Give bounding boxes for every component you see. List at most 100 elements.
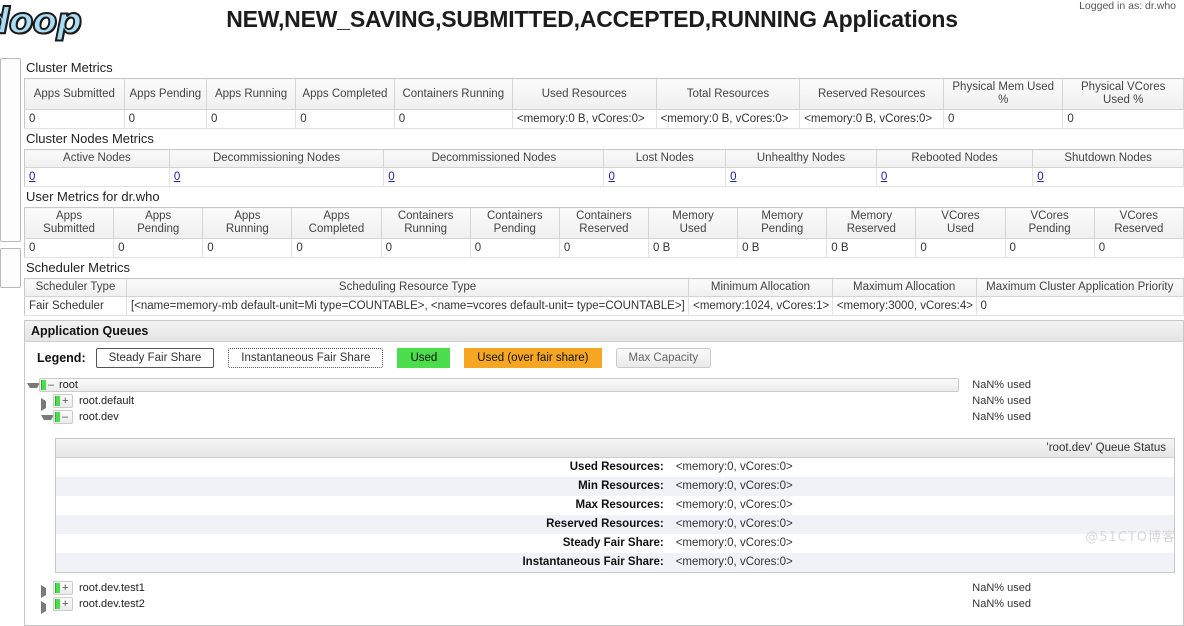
queue-status-value: <memory:0, vCores:0> (671, 496, 1174, 515)
column-header: Lost Nodes (603, 149, 727, 168)
column-header: Apps Completed (295, 78, 395, 110)
column-header: Memory Used (648, 207, 739, 239)
queue-capacity-bar[interactable]: + (53, 597, 73, 611)
column-header: VCores Pending (1005, 207, 1095, 239)
column-header: Physical VCores Used % (1062, 78, 1184, 110)
queue-row[interactable]: + root.dev.test2 NaN% used (25, 597, 1183, 614)
user-metrics-title: User Metrics for dr.who (26, 189, 160, 204)
queue-used-segment (55, 412, 60, 422)
table-row: 00000000 B0 B0 B000 (24, 238, 1184, 258)
table-header-row: Active Nodes Decommissioning Nodes Decommi… (24, 149, 1184, 168)
cluster-nodes-metrics-title: Cluster Nodes Metrics (26, 131, 154, 146)
page-header: doop Logged in as: dr.who NEW,NEW_SAVING… (0, 0, 1184, 52)
column-header: Decommissioned Nodes (383, 149, 605, 168)
column-header: Shutdown Nodes (1032, 149, 1184, 168)
queue-status-row: Max Resources: <memory:0, vCores:0> (56, 496, 1174, 515)
sidebar-panel-primary[interactable] (0, 58, 21, 242)
column-header: Scheduler Type (24, 278, 127, 297)
table-cell[interactable]: 0 (603, 167, 727, 187)
queue-status-key: Min Resources: (56, 477, 672, 496)
table-cell[interactable]: 0 (169, 167, 385, 187)
queue-capacity-bar[interactable]: + (53, 394, 73, 408)
table-cell: 0 B (826, 238, 917, 258)
table-cell: 0 (394, 109, 513, 129)
queue-row[interactable]: – root NaN% used (25, 378, 1183, 393)
queue-status-row: Min Resources: <memory:0, vCores:0> (56, 477, 1174, 496)
column-header: Apps Completed (291, 207, 382, 239)
application-queues-panel: Application Queues Legend: Steady Fair S… (24, 320, 1184, 626)
queue-name[interactable]: root.dev (79, 410, 119, 424)
column-header: Containers Running (381, 207, 471, 239)
queue-name[interactable]: root.dev.test1 (79, 581, 145, 595)
table-cell: 0 (943, 109, 1064, 129)
table-cell: 0 (915, 238, 1006, 258)
queue-status-row: Steady Fair Share: <memory:0, vCores:0> (56, 534, 1174, 553)
metric-link[interactable]: 0 (881, 171, 887, 183)
column-header: Minimum Allocation (688, 278, 833, 297)
chevron-right-icon[interactable] (41, 601, 53, 614)
table-cell: 0 B (648, 238, 739, 258)
column-header: VCores Reserved (1094, 207, 1184, 239)
queue-expand-sign: + (62, 395, 69, 407)
table-cell: 0 (113, 238, 204, 258)
queue-status-row: Instantaneous Fair Share: <memory:0, vCor… (56, 553, 1174, 572)
queue-name[interactable]: root.default (79, 394, 134, 408)
column-header: Apps Running (206, 78, 297, 110)
queue-capacity-bar[interactable]: – (53, 410, 73, 424)
queue-name[interactable]: root.dev.test2 (79, 597, 145, 611)
table-cell[interactable]: 0 (876, 167, 1034, 187)
queue-status-key: Steady Fair Share: (56, 534, 672, 553)
queue-capacity-bar[interactable]: – (39, 378, 959, 392)
column-header: Scheduling Resource Type (126, 278, 690, 297)
legend-item-used: Used (397, 348, 451, 368)
table-cell[interactable]: 0 (24, 167, 170, 187)
cluster-metrics-table: Apps Submitted Apps Pending Apps Running Ap… (24, 78, 1184, 129)
main-content: Cluster Metrics Apps Submitted Apps Pendi… (24, 58, 1184, 626)
table-cell[interactable]: 0 (1032, 167, 1184, 187)
metric-link[interactable]: 0 (608, 171, 614, 183)
table-cell: 0 (291, 238, 382, 258)
sidebar-nav-collapsed[interactable] (0, 58, 22, 294)
table-cell: 0 (1062, 109, 1184, 129)
table-cell: 0 (1094, 238, 1184, 258)
column-header: Physical Mem Used % (943, 78, 1064, 110)
metric-link[interactable]: 0 (29, 171, 35, 183)
queue-used-percent: NaN% used (972, 395, 1031, 407)
queue-status-key: Used Resources: (56, 458, 672, 477)
table-cell: <memory:1024, vCores:1> (688, 296, 833, 316)
table-header-row: Scheduler Type Scheduling Resource Type Mi… (24, 278, 1184, 297)
queue-name[interactable]: root (59, 378, 78, 392)
table-cell: Fair Scheduler (24, 296, 127, 316)
queue-row[interactable]: – root.dev NaN% used (25, 410, 1183, 425)
legend-item-steady: Steady Fair Share (95, 348, 215, 368)
queue-row[interactable]: + root.default NaN% used (25, 394, 1183, 411)
queue-used-segment (55, 583, 60, 593)
table-cell[interactable]: 0 (725, 167, 877, 187)
column-header: Active Nodes (24, 149, 170, 168)
queue-expand-sign: + (62, 582, 69, 594)
table-cell: 0 (1005, 238, 1095, 258)
metric-link[interactable]: 0 (388, 171, 394, 183)
queue-expand-sign: + (62, 598, 69, 610)
column-header: Used Resources (512, 78, 657, 110)
table-cell: 0 (124, 109, 207, 129)
column-header: Reserved Resources (799, 78, 944, 110)
column-header: Rebooted Nodes (876, 149, 1034, 168)
sidebar-panel-secondary[interactable] (0, 248, 21, 288)
cluster-metrics-title: Cluster Metrics (26, 60, 113, 75)
queue-status-value: <memory:0, vCores:0> (671, 477, 1174, 496)
table-cell: 0 (295, 109, 395, 129)
metric-link[interactable]: 0 (174, 171, 180, 183)
metric-link[interactable]: 0 (730, 171, 736, 183)
queue-capacity-bar[interactable]: + (53, 581, 73, 595)
queue-row[interactable]: + root.dev.test1 NaN% used (25, 581, 1183, 598)
queue-status-table: Used Resources: <memory:0, vCores:0> Min R… (56, 458, 1174, 572)
column-header: Memory Pending (737, 207, 828, 239)
table-cell[interactable]: 0 (383, 167, 605, 187)
page-title: NEW,NEW_SAVING,SUBMITTED,ACCEPTED,RUNNIN… (226, 6, 958, 32)
scheduler-metrics-table: Scheduler Type Scheduling Resource Type Mi… (24, 278, 1184, 316)
metric-link[interactable]: 0 (1037, 171, 1043, 183)
table-cell: 0 B (737, 238, 828, 258)
table-cell: 0 (206, 109, 297, 129)
table-cell: 0 (24, 238, 115, 258)
